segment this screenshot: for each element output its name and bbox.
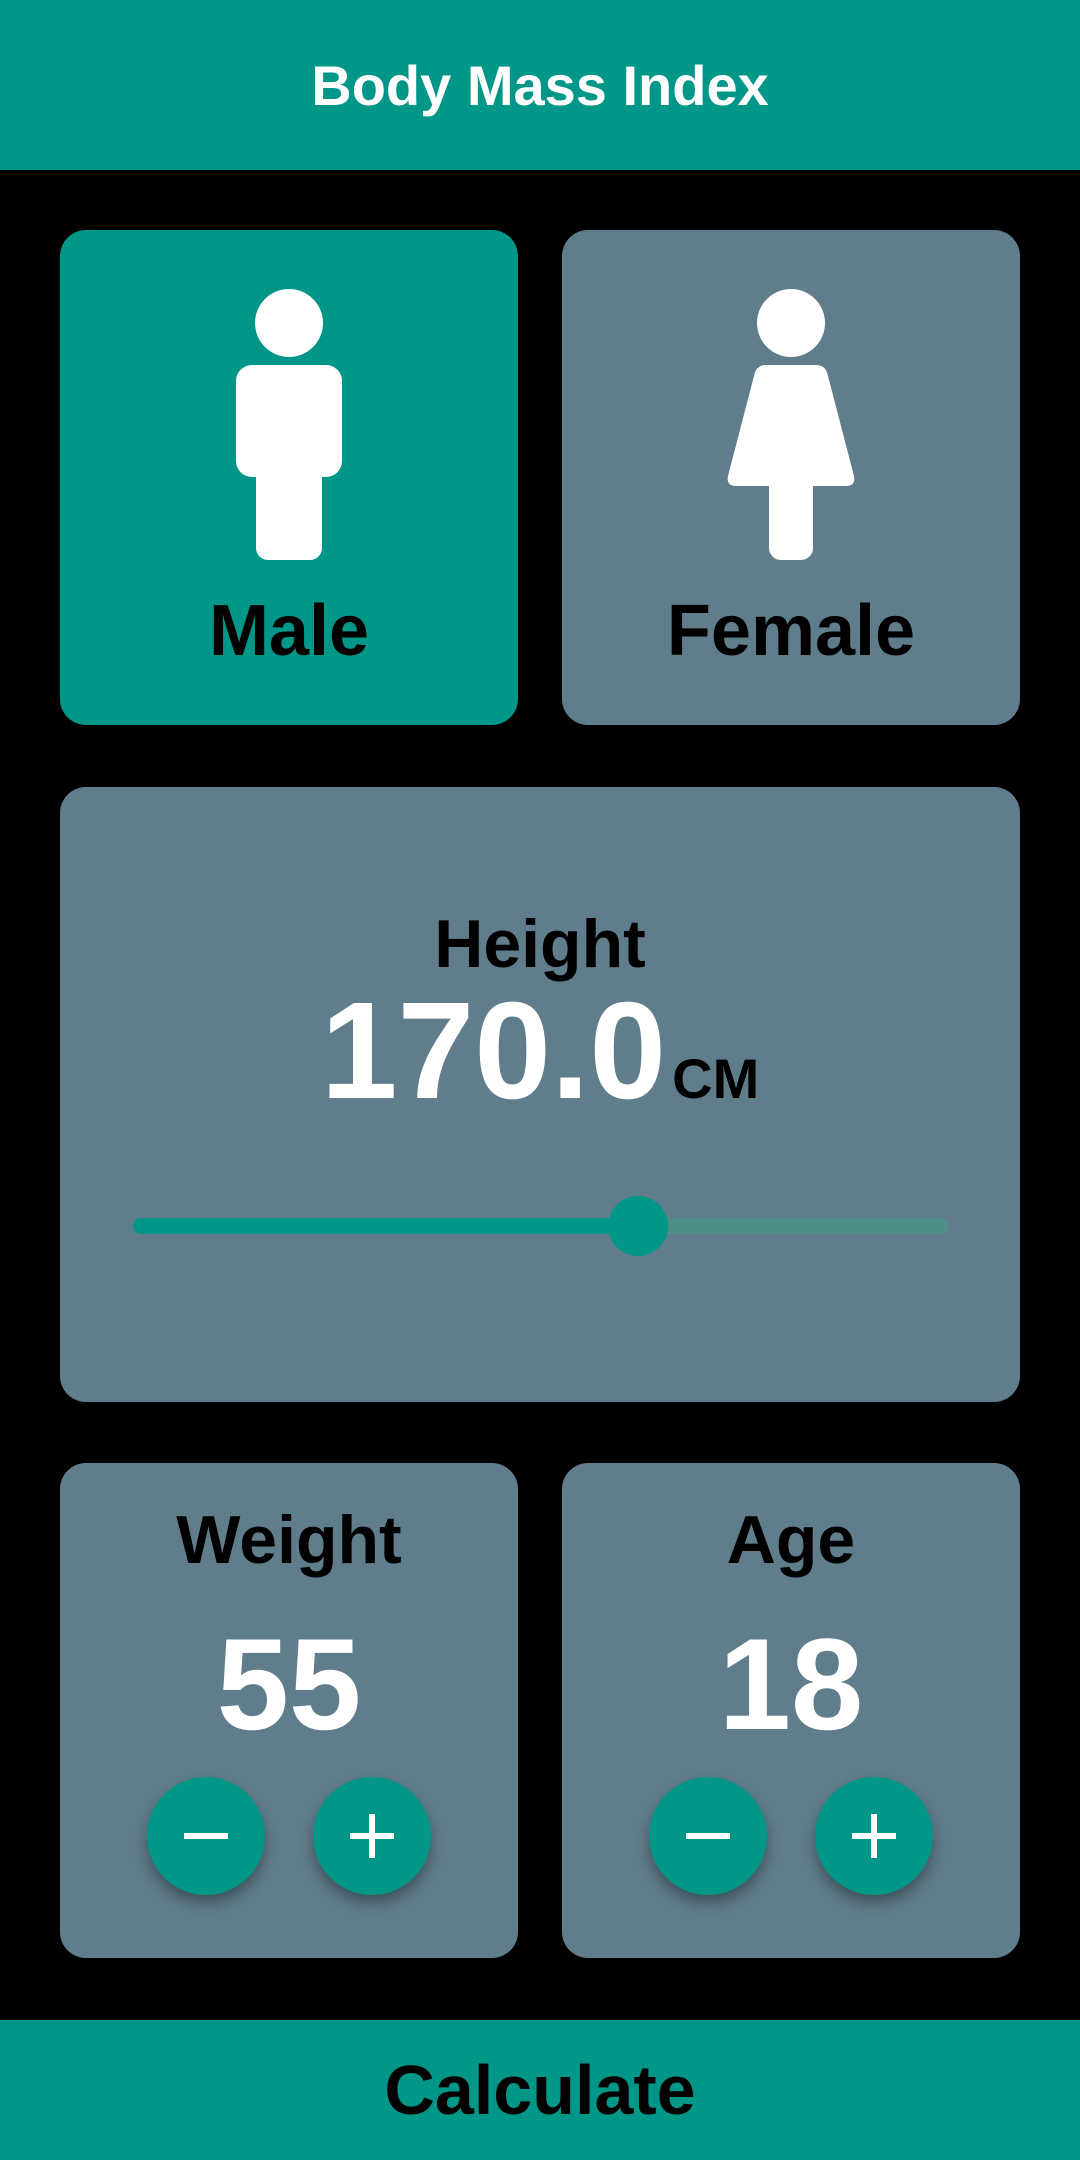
height-slider[interactable] (133, 1196, 948, 1256)
male-figure-icon (236, 289, 342, 560)
age-increment-button[interactable] (815, 1777, 933, 1895)
height-readout: 170.0 CM (321, 979, 759, 1124)
calculate-label: Calculate (384, 2051, 696, 2129)
plus-icon (350, 1814, 394, 1858)
height-value: 170.0 (320, 974, 667, 1128)
age-decrement-button[interactable] (649, 1777, 767, 1895)
calculate-button[interactable]: Calculate (0, 2020, 1080, 2160)
female-card[interactable]: Female (562, 230, 1020, 725)
weight-label: Weight (176, 1502, 402, 1578)
slider-thumb[interactable] (608, 1196, 669, 1256)
app-bar: Body Mass Index (0, 0, 1080, 170)
minus-icon (184, 1833, 228, 1839)
age-card: Age 18 (562, 1463, 1020, 1958)
slider-active-track (133, 1218, 639, 1234)
female-figure-icon (727, 289, 855, 560)
height-unit: CM (672, 1047, 760, 1110)
weight-value: 55 (216, 1611, 362, 1757)
weight-controls (147, 1777, 431, 1895)
age-value: 18 (718, 1611, 864, 1757)
weight-increment-button[interactable] (313, 1777, 431, 1895)
height-label: Height (434, 906, 646, 982)
plus-icon (852, 1814, 896, 1858)
weight-card: Weight 55 (60, 1463, 518, 1958)
minus-icon (686, 1833, 730, 1839)
age-controls (649, 1777, 933, 1895)
male-label: Male (208, 591, 370, 671)
age-label: Age (726, 1502, 856, 1578)
app-title: Body Mass Index (311, 53, 769, 117)
female-label: Female (666, 591, 916, 671)
male-card[interactable]: Male (60, 230, 518, 725)
height-card: Height 170.0 CM (60, 787, 1020, 1402)
weight-decrement-button[interactable] (147, 1777, 265, 1895)
